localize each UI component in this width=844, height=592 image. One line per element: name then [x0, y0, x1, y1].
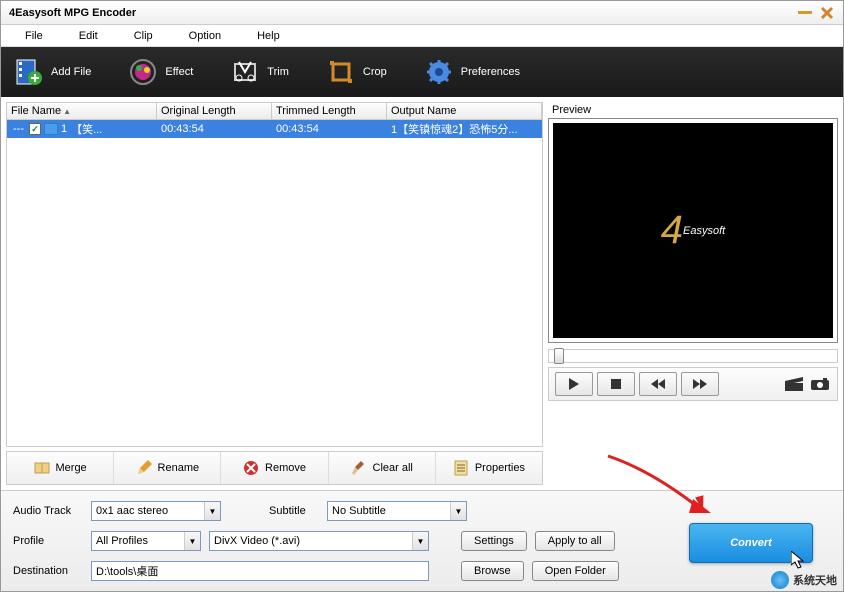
audiotrack-label: Audio Track — [13, 505, 83, 517]
film-add-icon — [15, 58, 43, 86]
convert-button[interactable]: Convert — [689, 523, 813, 563]
broom-icon — [351, 460, 367, 476]
file-buttons: Merge Rename Remove Clear all Properties — [6, 451, 543, 485]
preview-box: 4Easysoft — [548, 118, 838, 343]
seek-thumb[interactable] — [554, 348, 564, 364]
remove-icon — [243, 460, 259, 476]
watermark-text: 系统天地 — [793, 572, 837, 588]
settings-button[interactable]: Settings — [461, 531, 527, 551]
watermark: 系统天地 — [771, 571, 837, 589]
toolbar-trim[interactable]: Trim — [227, 54, 293, 90]
dropdown-arrow-icon: ▼ — [204, 502, 220, 520]
clapper-icon[interactable] — [783, 372, 805, 396]
watermark-icon — [771, 571, 789, 589]
row-filename: 【笑... — [71, 121, 102, 137]
apply-to-all-button[interactable]: Apply to all — [535, 531, 615, 551]
expand-marker: --- — [13, 123, 24, 135]
toolbar-add-file-label: Add File — [51, 66, 91, 78]
toolbar-preferences[interactable]: Preferences — [421, 54, 524, 90]
main-area: File Name▲ Original Length Trimmed Lengt… — [1, 97, 843, 490]
window-title: 4Easysoft MPG Encoder — [9, 7, 791, 19]
col-trimlen[interactable]: Trimmed Length — [272, 103, 387, 119]
row-outname: 1【笑镇惊魂2】恐怖5分... — [387, 121, 542, 137]
row-idx: 1 — [61, 123, 67, 135]
trim-icon — [231, 58, 259, 86]
camera-icon[interactable] — [809, 372, 831, 396]
next-button[interactable] — [681, 372, 719, 396]
browse-button[interactable]: Browse — [461, 561, 524, 581]
clearall-button[interactable]: Clear all — [329, 452, 436, 484]
effect-icon — [129, 58, 157, 86]
easysoft-logo: 4Easysoft — [661, 208, 725, 253]
toolbar-trim-label: Trim — [267, 66, 289, 78]
list-header: File Name▲ Original Length Trimmed Lengt… — [6, 102, 543, 120]
file-panel: File Name▲ Original Length Trimmed Lengt… — [6, 102, 543, 485]
toolbar-effect[interactable]: Effect — [125, 54, 197, 90]
preview-label: Preview — [548, 102, 838, 118]
col-filename[interactable]: File Name▲ — [7, 103, 157, 119]
app-window: 4Easysoft MPG Encoder File Edit Clip Opt… — [0, 0, 844, 592]
sort-asc-icon: ▲ — [63, 107, 71, 116]
dropdown-arrow-icon: ▼ — [412, 532, 428, 550]
remove-button[interactable]: Remove — [221, 452, 328, 484]
gear-icon — [425, 58, 453, 86]
col-outname[interactable]: Output Name — [387, 103, 542, 119]
menu-file[interactable]: File — [7, 28, 61, 44]
destination-label: Destination — [13, 565, 83, 577]
menu-clip[interactable]: Clip — [116, 28, 171, 44]
file-list[interactable]: --- ✓ 1 【笑... 00:43:54 00:43:54 1【笑镇惊魂2】… — [6, 120, 543, 447]
crop-icon — [327, 58, 355, 86]
row-checkbox[interactable]: ✓ — [29, 123, 41, 135]
open-folder-button[interactable]: Open Folder — [532, 561, 619, 581]
col-origlen[interactable]: Original Length — [157, 103, 272, 119]
toolbar: Add File Effect Trim Crop Preferences — [1, 47, 843, 97]
profile-format-select[interactable]: DivX Video (*.avi)▼ — [209, 531, 429, 551]
seek-bar[interactable] — [548, 349, 838, 363]
toolbar-crop[interactable]: Crop — [323, 54, 391, 90]
properties-button[interactable]: Properties — [436, 452, 542, 484]
bottom-panel: Audio Track 0x1 aac stereo▼ Subtitle No … — [1, 490, 843, 591]
audiotrack-select[interactable]: 0x1 aac stereo▼ — [91, 501, 221, 521]
video-file-icon — [44, 123, 58, 135]
properties-icon — [453, 460, 469, 476]
profile-category-select[interactable]: All Profiles▼ — [91, 531, 201, 551]
table-row[interactable]: --- ✓ 1 【笑... 00:43:54 00:43:54 1【笑镇惊魂2】… — [7, 120, 542, 138]
play-button[interactable] — [555, 372, 593, 396]
subtitle-select[interactable]: No Subtitle▼ — [327, 501, 467, 521]
prev-button[interactable] — [639, 372, 677, 396]
dropdown-arrow-icon: ▼ — [450, 502, 466, 520]
close-button[interactable] — [819, 5, 835, 21]
toolbar-preferences-label: Preferences — [461, 66, 520, 78]
preview-panel: Preview 4Easysoft — [548, 102, 838, 485]
merge-button[interactable]: Merge — [7, 452, 114, 484]
row-origlen: 00:43:54 — [157, 123, 272, 135]
playback-controls — [548, 367, 838, 401]
menu-edit[interactable]: Edit — [61, 28, 116, 44]
titlebar: 4Easysoft MPG Encoder — [1, 1, 843, 25]
preview-screen[interactable]: 4Easysoft — [553, 123, 833, 338]
minimize-button[interactable] — [797, 5, 813, 21]
toolbar-effect-label: Effect — [165, 66, 193, 78]
destination-input[interactable]: D:\tools\桌面 — [91, 561, 429, 581]
merge-icon — [34, 460, 50, 476]
toolbar-crop-label: Crop — [363, 66, 387, 78]
dropdown-arrow-icon: ▼ — [184, 532, 200, 550]
stop-button[interactable] — [597, 372, 635, 396]
profile-label: Profile — [13, 535, 83, 547]
toolbar-add-file[interactable]: Add File — [11, 54, 95, 90]
row-trimlen: 00:43:54 — [272, 123, 387, 135]
pencil-icon — [136, 460, 152, 476]
menu-help[interactable]: Help — [239, 28, 298, 44]
menubar: File Edit Clip Option Help — [1, 25, 843, 47]
subtitle-label: Subtitle — [269, 505, 319, 517]
rename-button[interactable]: Rename — [114, 452, 221, 484]
menu-option[interactable]: Option — [171, 28, 239, 44]
